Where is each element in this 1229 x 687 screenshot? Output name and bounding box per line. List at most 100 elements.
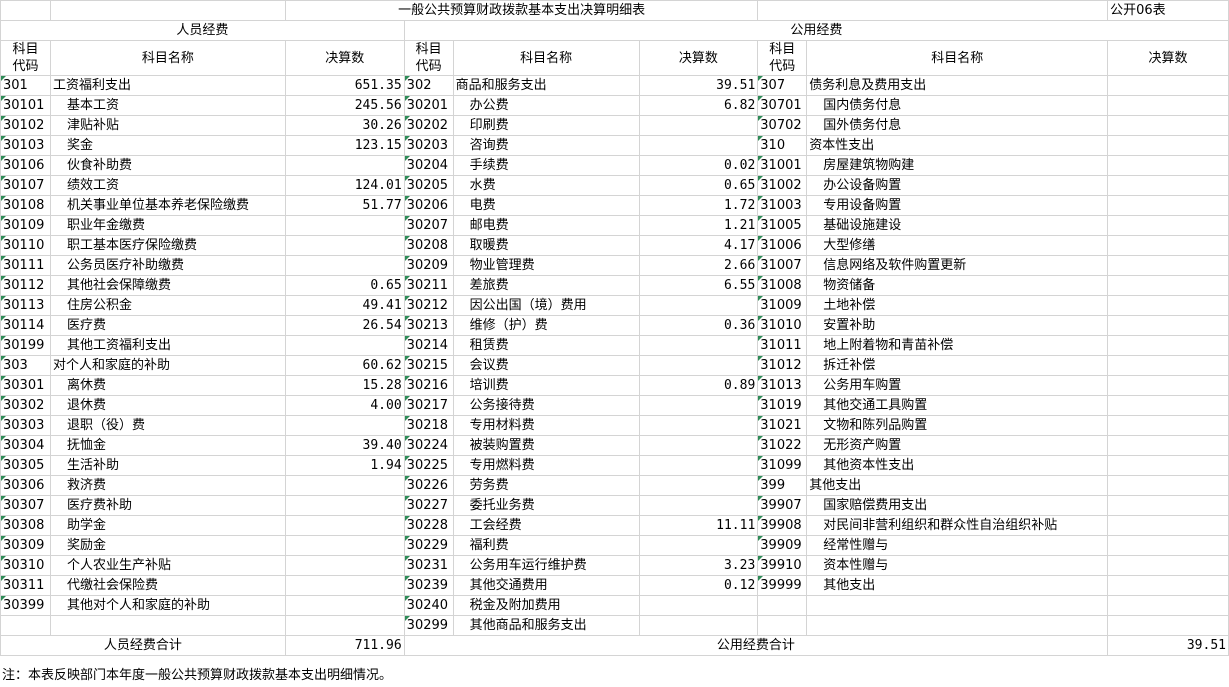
cell-code: 30399 xyxy=(0,595,51,616)
table-row: 30304 抚恤金 39.40 30224 被装购置费 31022 无形资产购置 xyxy=(0,435,1229,456)
header-amount-1: 决算数 xyxy=(284,40,405,76)
cell-code: 30239 xyxy=(403,575,454,596)
cell-subject-name xyxy=(806,615,1109,636)
cell-subject-name: 债务利息及费用支出 xyxy=(806,75,1109,96)
cell-amount xyxy=(1107,155,1229,176)
cell-subject-name: 医疗费补助 xyxy=(49,495,286,516)
personnel-total-value: 711.96 xyxy=(284,635,405,656)
cell-amount xyxy=(1107,395,1229,416)
cell-subject-name: 奖金 xyxy=(49,135,286,156)
cell-subject-name xyxy=(806,595,1109,616)
cell-amount: 51.77 xyxy=(284,195,405,216)
cell-subject-name: 对个人和家庭的补助 xyxy=(49,355,286,376)
cell-amount xyxy=(1107,315,1229,336)
cell-code: 30702 xyxy=(757,115,808,136)
page-title: 一般公共预算财政拨款基本支出决算明细表 xyxy=(284,0,759,21)
cell-amount: 0.12 xyxy=(638,575,759,596)
header-code-3: 科目 代码 xyxy=(757,40,808,76)
cell-amount: 1.94 xyxy=(284,455,405,476)
header-code-line2: 代码 xyxy=(415,59,442,74)
cell-code: 31009 xyxy=(757,295,808,316)
cell-code: 30214 xyxy=(403,335,454,356)
cell-code: 30226 xyxy=(403,475,454,496)
cell-subject-name: 办公费 xyxy=(452,95,640,116)
cell-subject-name: 生活补助 xyxy=(49,455,286,476)
cell-code: 30201 xyxy=(403,95,454,116)
cell-code: 30217 xyxy=(403,395,454,416)
cell-code: 30206 xyxy=(403,195,454,216)
cell-subject-name: 电费 xyxy=(452,195,640,216)
table-row: 30110 职工基本医疗保险缴费 30208 取暖费 4.17 31006 大型修缮 xyxy=(0,235,1229,256)
table-row: 30101 基本工资 245.56 30201 办公费 6.82 30701 国内债务付息 xyxy=(0,95,1229,116)
cell-subject-name: 工资福利支出 xyxy=(49,75,286,96)
cell-code: 30307 xyxy=(0,495,51,516)
cell-code: 30204 xyxy=(403,155,454,176)
cell-code: 31011 xyxy=(757,335,808,356)
cell-code: 30106 xyxy=(0,155,51,176)
cell-amount: 124.01 xyxy=(284,175,405,196)
cell-code: 30308 xyxy=(0,515,51,536)
table-row: 30399 其他对个人和家庭的补助 30240 税金及附加费用 xyxy=(0,595,1229,616)
cell-subject-name: 手续费 xyxy=(452,155,640,176)
cell-code: 30113 xyxy=(0,295,51,316)
table-row: 30303 退职（役）费 30218 专用材料费 31021 文物和陈列品购置 xyxy=(0,415,1229,436)
cell-code: 30311 xyxy=(0,575,51,596)
cell-code: 31008 xyxy=(757,275,808,296)
cell-code: 39909 xyxy=(757,535,808,556)
cell-code: 30101 xyxy=(0,95,51,116)
cell-subject-name: 资本性支出 xyxy=(806,135,1109,156)
cell-amount xyxy=(1107,375,1229,396)
header-code-line2: 代码 xyxy=(769,59,796,74)
column-header-row: 科目 代码 科目名称 决算数 科目 代码 科目名称 决算数 科目 代码 科目名称 决算… xyxy=(0,40,1229,76)
cell-code: 31006 xyxy=(757,235,808,256)
cell-amount: 0.65 xyxy=(284,275,405,296)
table-row: 30103 奖金 123.15 30203 咨询费 310 资本性支出 xyxy=(0,135,1229,156)
cell-amount: 11.11 xyxy=(638,515,759,536)
cell-subject-name: 物资储备 xyxy=(806,275,1109,296)
cell-code: 30304 xyxy=(0,435,51,456)
cell-code: 30102 xyxy=(0,115,51,136)
cell-subject-name: 医疗费 xyxy=(49,315,286,336)
cell-code: 30229 xyxy=(403,535,454,556)
table-row: 30112 其他社会保障缴费 0.65 30211 差旅费 6.55 31008 物资储备 xyxy=(0,275,1229,296)
cell-amount: 60.62 xyxy=(284,355,405,376)
cell-amount xyxy=(1107,515,1229,536)
cell-amount: 15.28 xyxy=(284,375,405,396)
header-code-2: 科目 代码 xyxy=(403,40,454,76)
cell-amount xyxy=(284,615,405,636)
cell-amount: 26.54 xyxy=(284,315,405,336)
cell-amount xyxy=(638,535,759,556)
cell-code: 30199 xyxy=(0,335,51,356)
cell-code: 30212 xyxy=(403,295,454,316)
cell-subject-name: 其他支出 xyxy=(806,575,1109,596)
table-row: 30111 公务员医疗补助缴费 30209 物业管理费 2.66 31007 信息网络及软件… xyxy=(0,255,1229,276)
cell-subject-name: 租赁费 xyxy=(452,335,640,356)
cell-code: 30111 xyxy=(0,255,51,276)
cell-subject-name: 房屋建筑物购建 xyxy=(806,155,1109,176)
cell-subject-name: 其他社会保障缴费 xyxy=(49,275,286,296)
expenditure-table: 一般公共预算财政拨款基本支出决算明细表 公开06表 人员经费 公用经费 科目 代码… xyxy=(0,0,1229,656)
cell-amount: 30.26 xyxy=(284,115,405,136)
cell-code: 30218 xyxy=(403,415,454,436)
cell-code: 31010 xyxy=(757,315,808,336)
cell-code: 30301 xyxy=(0,375,51,396)
cell-amount: 3.23 xyxy=(638,555,759,576)
cell-subject-name: 印刷费 xyxy=(452,115,640,136)
cell-subject-name: 其他对个人和家庭的补助 xyxy=(49,595,286,616)
cell-subject-name: 无形资产购置 xyxy=(806,435,1109,456)
cell-subject-name: 专用材料费 xyxy=(452,415,640,436)
cell-subject-name: 劳务费 xyxy=(452,475,640,496)
cell-subject-name: 水费 xyxy=(452,175,640,196)
cell-amount: 0.36 xyxy=(638,315,759,336)
cell-amount xyxy=(1107,235,1229,256)
table-row: 30299 其他商品和服务支出 xyxy=(0,615,1229,636)
cell-subject-name: 资本性赠与 xyxy=(806,555,1109,576)
cell-subject-name: 税金及附加费用 xyxy=(452,595,640,616)
cell-subject-name: 会议费 xyxy=(452,355,640,376)
cell-code xyxy=(757,595,808,616)
table-row: 30107 绩效工资 124.01 30205 水费 0.65 31002 办公设备购置 xyxy=(0,175,1229,196)
cell-subject-name: 代缴社会保险费 xyxy=(49,575,286,596)
cell-subject-name: 国家赔偿费用支出 xyxy=(806,495,1109,516)
cell-amount xyxy=(1107,495,1229,516)
cell-code: 30107 xyxy=(0,175,51,196)
